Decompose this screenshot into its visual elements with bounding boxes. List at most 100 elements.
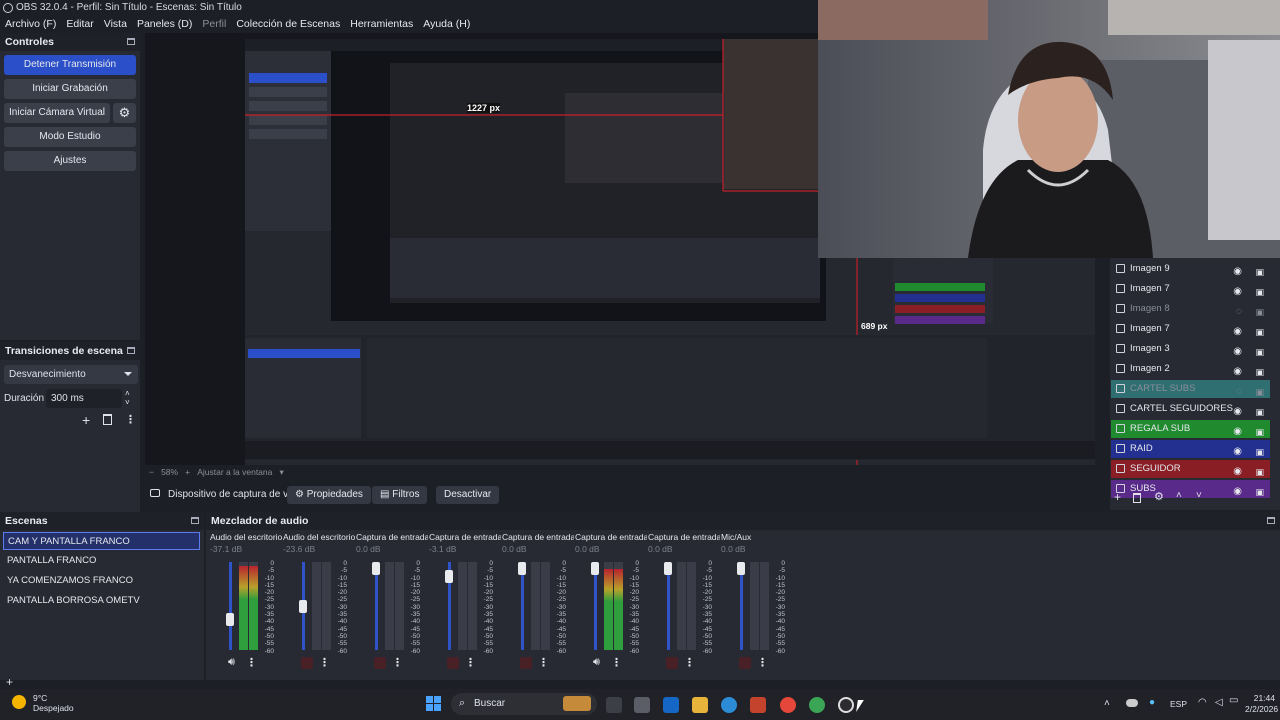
deactivate-button[interactable]: Desactivar — [436, 486, 500, 504]
menu-coleccion-escenas[interactable]: Colección de Escenas — [231, 16, 345, 33]
fader-handle[interactable] — [226, 613, 234, 626]
start-virtual-cam-button[interactable]: Iniciar Cámara Virtual — [4, 103, 110, 123]
eye-icon[interactable]: ◉ — [1233, 403, 1242, 421]
volume-icon[interactable]: ◁ — [1215, 697, 1223, 708]
lock-icon[interactable]: ▣ — [1255, 263, 1264, 281]
scene-item[interactable]: PANTALLA BORROSA OMETV — [3, 592, 200, 610]
store-icon[interactable] — [634, 697, 650, 713]
weather-widget[interactable]: 9°C Despejado — [33, 693, 74, 713]
source-item[interactable]: CARTEL SUBS ◌ ▣ — [1111, 380, 1270, 398]
more-options-icon[interactable]: ⋮ — [125, 413, 136, 426]
menu-herramientas[interactable]: Herramientas — [345, 16, 418, 33]
lock-icon[interactable]: ▣ — [1255, 463, 1264, 481]
muted-speaker-icon[interactable] — [447, 657, 459, 669]
menu-editar[interactable]: Editar — [61, 16, 98, 33]
add-scene-icon[interactable]: + — [6, 675, 13, 689]
trash-icon[interactable] — [103, 414, 112, 425]
fit-window-option[interactable]: Ajustar a la ventana — [197, 467, 272, 477]
properties-button[interactable]: ⚙ Propiedades — [287, 486, 371, 504]
eye-icon[interactable]: ◉ — [1233, 463, 1242, 481]
lock-icon[interactable]: ▣ — [1255, 383, 1264, 401]
fader-handle[interactable] — [372, 562, 380, 575]
move-up-icon[interactable]: ˄ — [1176, 490, 1182, 501]
source-item[interactable]: Imagen 7 ◉ ▣ — [1111, 280, 1270, 298]
lock-icon[interactable]: ▣ — [1255, 403, 1264, 421]
move-down-icon[interactable]: ˅ — [1196, 490, 1202, 501]
source-item[interactable]: CARTEL SEGUIDORES ◉ ▣ — [1111, 400, 1270, 418]
muted-speaker-icon[interactable] — [301, 657, 313, 669]
battery-icon[interactable]: ▭ — [1229, 695, 1238, 706]
lock-icon[interactable]: ▣ — [1255, 323, 1264, 341]
more-options-icon[interactable]: ⋮ — [465, 656, 476, 669]
fader-handle[interactable] — [299, 599, 307, 613]
add-icon[interactable]: + — [82, 412, 90, 428]
chrome-profile-icon[interactable] — [809, 697, 825, 713]
source-item[interactable]: Imagen 7 ◉ ▣ — [1111, 320, 1270, 338]
start-recording-button[interactable]: Iniciar Grabación — [4, 79, 136, 99]
source-item[interactable]: Imagen 2 ◉ ▣ — [1111, 360, 1270, 378]
more-options-icon[interactable]: ⋮ — [538, 656, 549, 669]
scene-item[interactable]: PANTALLA FRANCO — [3, 552, 200, 570]
eye-icon[interactable]: ◉ — [1233, 443, 1242, 461]
zoom-out-icon[interactable]: − — [149, 467, 154, 477]
task-view-icon[interactable] — [606, 697, 622, 713]
source-item[interactable]: Imagen 3 ◉ ▣ — [1111, 340, 1270, 358]
zoom-in-icon[interactable]: + — [185, 467, 190, 477]
muted-speaker-icon[interactable] — [666, 657, 678, 669]
microphone-icon[interactable]: ● — [1149, 697, 1155, 708]
obs-taskbar-icon[interactable] — [838, 697, 854, 713]
eye-hidden-icon[interactable]: ◌ — [1236, 383, 1242, 401]
fader-handle[interactable] — [445, 569, 453, 583]
speaker-icon[interactable]: 🔊︎ — [228, 656, 235, 669]
eye-icon[interactable]: ◉ — [1233, 263, 1242, 281]
transition-select[interactable]: Desvanecimiento — [4, 365, 138, 384]
eye-icon[interactable]: ◉ — [1233, 423, 1242, 441]
filters-button[interactable]: ▤ Filtros — [372, 486, 428, 504]
studio-mode-button[interactable]: Modo Estudio — [4, 127, 136, 147]
fader-handle[interactable] — [664, 562, 672, 575]
undock-icon[interactable] — [127, 347, 135, 354]
settings-button[interactable]: Ajustes — [4, 151, 136, 171]
muted-speaker-icon[interactable] — [374, 657, 386, 669]
stop-stream-button[interactable]: Detener Transmisión — [4, 55, 136, 75]
lock-icon[interactable]: ▣ — [1255, 423, 1264, 441]
menu-perfil[interactable]: Perfil — [197, 16, 231, 33]
lock-icon[interactable]: ▣ — [1255, 363, 1264, 381]
trash-icon[interactable] — [1133, 493, 1141, 503]
language-indicator[interactable]: ESP — [1170, 699, 1187, 709]
source-item[interactable]: SEGUIDOR ◉ ▣ — [1111, 460, 1270, 478]
more-options-icon[interactable]: ⋮ — [611, 656, 622, 669]
volume-fader[interactable] — [667, 562, 670, 650]
lock-icon[interactable]: ▣ — [1255, 443, 1264, 461]
volume-fader[interactable] — [375, 562, 378, 650]
volume-fader[interactable] — [521, 562, 524, 650]
outlook-icon[interactable] — [663, 697, 679, 713]
menu-archivo[interactable]: Archivo (F) — [0, 16, 61, 33]
lock-icon[interactable]: ▣ — [1255, 283, 1264, 301]
volume-fader[interactable] — [594, 562, 597, 650]
more-options-icon[interactable]: ⋮ — [319, 656, 330, 669]
taskbar-search[interactable]: ⌕ Buscar — [451, 693, 597, 715]
menu-vista[interactable]: Vista — [99, 16, 132, 33]
chevron-down-icon[interactable]: ▾ — [279, 467, 283, 477]
cloud-icon[interactable] — [1126, 699, 1138, 707]
duration-field[interactable]: 300 ms — [46, 389, 122, 408]
fader-handle[interactable] — [737, 562, 745, 575]
add-source-icon[interactable]: + — [1114, 490, 1121, 504]
windows-start-icon[interactable] — [426, 696, 442, 712]
source-item[interactable]: RAID ◉ ▣ — [1111, 440, 1270, 458]
more-options-icon[interactable]: ⋮ — [757, 656, 768, 669]
virtual-cam-gear-icon[interactable]: ⚙ — [113, 103, 136, 123]
wifi-icon[interactable]: ◠ — [1198, 697, 1207, 708]
scene-item[interactable]: YA COMENZAMOS FRANCO — [3, 572, 200, 590]
volume-fader[interactable] — [740, 562, 743, 650]
eye-icon[interactable]: ◉ — [1233, 323, 1242, 341]
source-item[interactable]: Imagen 9 ◉ ▣ — [1111, 260, 1270, 278]
source-item[interactable]: REGALA SUB ◉ ▣ — [1111, 420, 1270, 438]
tray-chevron-up-icon[interactable]: ˄ — [1104, 698, 1110, 709]
lock-icon[interactable]: ▣ — [1255, 343, 1264, 361]
fader-handle[interactable] — [518, 562, 526, 575]
lock-icon[interactable]: ▣ — [1255, 303, 1264, 321]
volume-fader[interactable] — [229, 562, 232, 650]
source-item[interactable]: Imagen 8 ◌ ▣ — [1111, 300, 1270, 318]
